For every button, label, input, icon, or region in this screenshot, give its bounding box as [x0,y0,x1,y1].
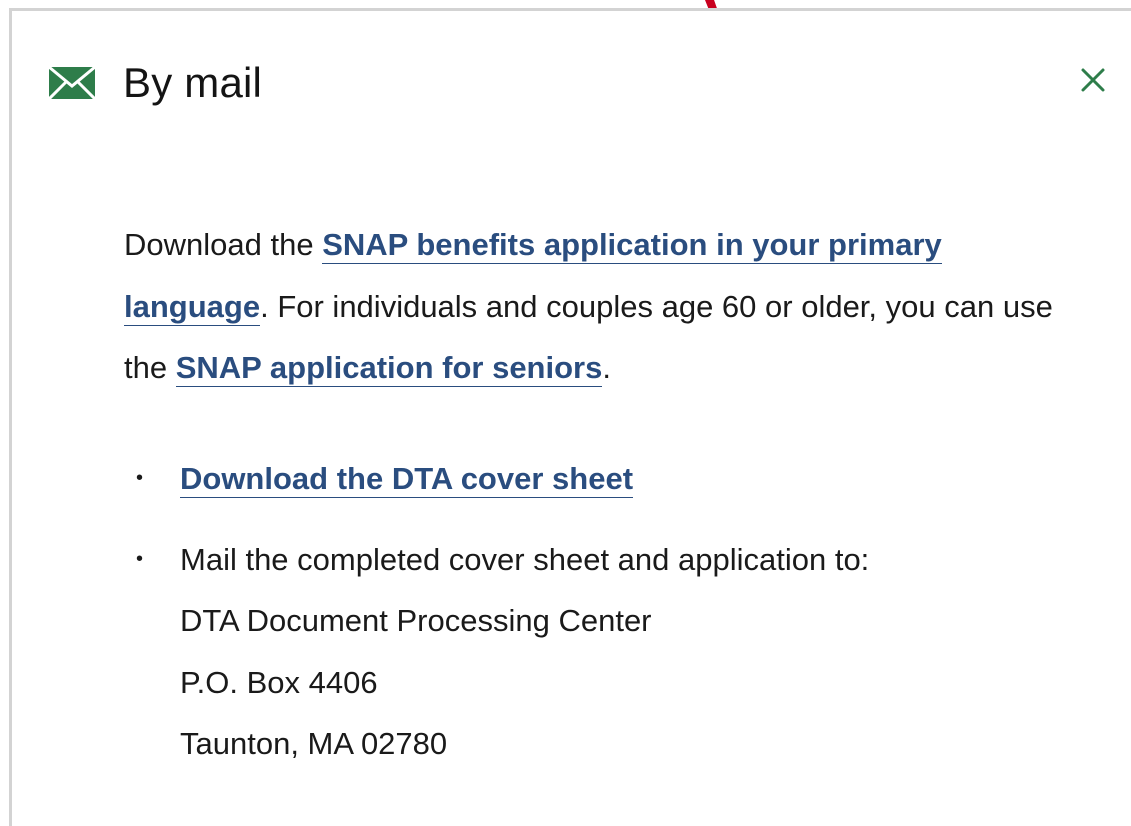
bullet: • [136,467,144,489]
intro-text-1: Download the [124,227,323,262]
bullet: • [136,547,144,570]
instructions-list: • Download the DTA cover sheet • Mail th… [124,448,1064,794]
panel-header: By mail [48,58,262,108]
mail-instruction-text: Mail the completed cover sheet and appli… [180,541,870,577]
address-line-1: DTA Document Processing Center [180,603,652,638]
address-line-3: Taunton, MA 02780 [180,726,448,761]
close-button[interactable] [1076,63,1110,97]
intro-paragraph: Download the SNAP benefits application i… [124,214,1054,399]
envelope-icon [48,66,96,100]
close-icon [1081,68,1105,92]
list-item: • Download the DTA cover sheet [124,448,1064,510]
panel-title: By mail [123,59,263,106]
list-item: • Mail the completed cover sheet and app… [124,529,1064,775]
snap-seniors-link[interactable]: SNAP application for seniors [175,350,603,387]
address-line-2: P.O. Box 4406 [180,664,378,700]
dta-cover-sheet-link[interactable]: Download the DTA cover sheet [180,461,634,498]
intro-text-3: . [602,350,611,385]
